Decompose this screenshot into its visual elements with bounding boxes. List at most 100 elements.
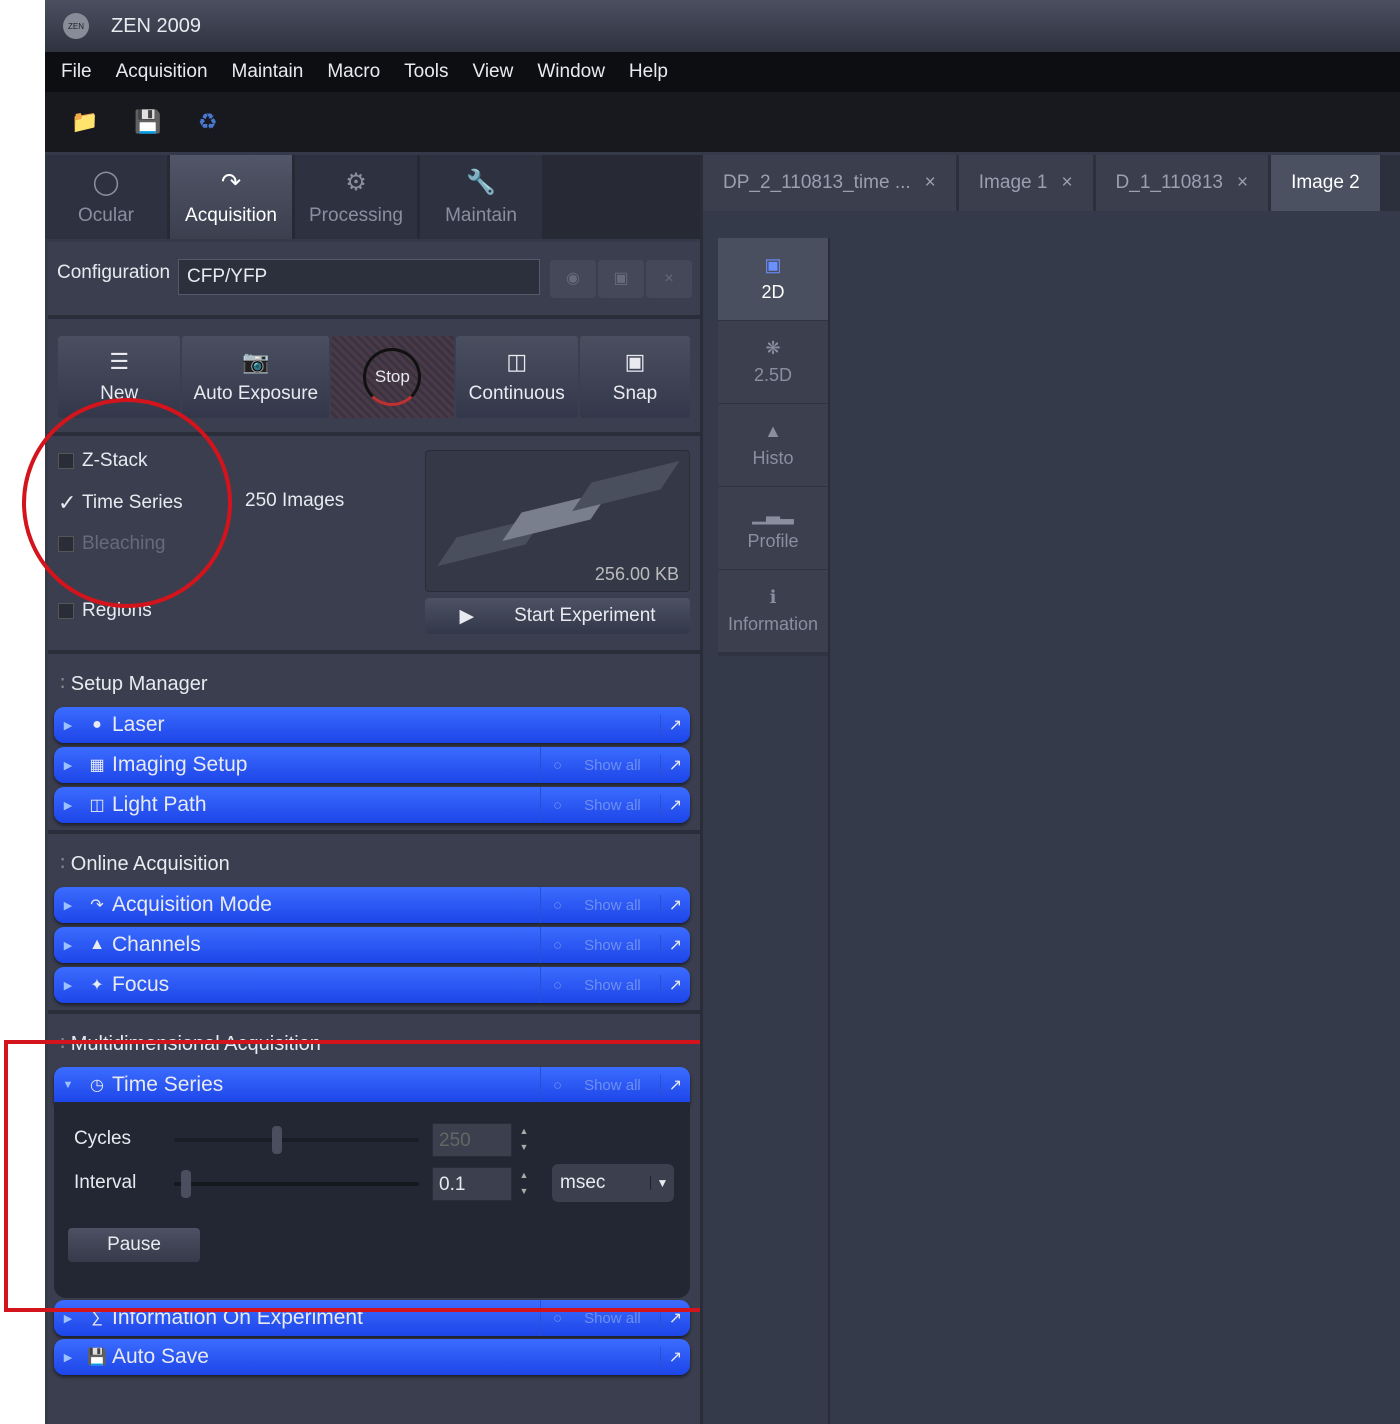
tab-maintain[interactable]: 🔧 Maintain [420,155,542,239]
view-tabs: ▣ 2D ❋ 2.5D ▲ Histo ▁▃▂ Profile ℹ Information [718,238,828,656]
profile-icon: ▁▃▂ [752,504,794,524]
experiment-preview: 256.00 KB [425,450,690,592]
camera-icon: ◫ [506,349,528,374]
tab-ocular[interactable]: ◯ Ocular [45,155,167,239]
view-tab-2d[interactable]: ▣ 2D [718,238,828,320]
acquisition-mode-icon: ↷ [90,897,104,914]
popout-icon[interactable]: ↗ [660,755,690,775]
setup-manager-heading: ∶ Setup Manager [60,673,208,695]
menu-maintain[interactable]: Maintain [232,61,304,83]
main-tabs: ◯ Ocular ↷ Acquisition ⚙ Processing 🔧 Mainta… [45,155,700,239]
close-icon[interactable]: × [1061,172,1072,194]
auto-exposure-button[interactable]: 📷 Auto Exposure [182,336,330,418]
open-icon[interactable]: 📁 [71,109,98,135]
tool-auto-save[interactable]: ▶ 💾 Auto Save ↗ [54,1339,690,1375]
expand-arrow-icon[interactable]: ▶ [54,1312,82,1325]
doc-tab-label: Image 1 [978,172,1048,193]
expand-arrow-icon[interactable]: ▶ [54,799,82,812]
menu-window[interactable]: Window [537,61,605,83]
menu-view[interactable]: View [473,61,514,83]
show-all-toggle[interactable]: ○ Show all [540,927,660,963]
show-all-checkbox[interactable]: ○ [553,977,562,994]
show-all-toggle[interactable]: ○ Show all [540,887,660,923]
play-icon: ▶ [459,605,475,627]
expand-arrow-icon[interactable]: ▶ [54,939,82,952]
tool-channels[interactable]: ▶ ▲ Channels ○ Show all ↗ [54,927,690,963]
doc-tab-active[interactable]: Image 2 [1271,155,1380,211]
show-all-toggle[interactable]: ○ Show all [540,967,660,1003]
config-delete-button[interactable]: × [646,260,692,298]
2d-icon: ▣ [764,255,782,275]
menu-acquisition[interactable]: Acquisition [116,61,208,83]
checkbox-box [58,603,74,619]
start-experiment-button[interactable]: ▶ Start Experiment [425,598,690,634]
button-label: Snap [612,383,658,404]
tool-laser[interactable]: ▶ ● Laser ↗ [54,707,690,743]
show-all-checkbox[interactable]: ○ [553,797,562,814]
show-all-toggle[interactable]: ○ Show all [540,787,660,823]
doc-tab[interactable]: Image 1 × [958,155,1093,211]
doc-tab[interactable]: DP_2_110813_time ... × [703,155,956,211]
tab-acquisition[interactable]: ↷ Acquisition [170,155,292,239]
button-label: Start Experiment [514,605,656,626]
menu-help[interactable]: Help [629,61,668,83]
snap-button[interactable]: ▣ Snap [579,336,691,418]
continuous-button[interactable]: ◫ Continuous [455,336,578,418]
tool-label: Focus [112,973,170,996]
tool-focus[interactable]: ▶ ✦ Focus ○ Show all ↗ [54,967,690,1003]
save-icon: 💾 [87,1349,107,1366]
show-all-checkbox[interactable]: ○ [553,937,562,954]
show-all-checkbox[interactable]: ○ [553,1310,562,1327]
menu-tools[interactable]: Tools [404,61,448,83]
menu-file[interactable]: File [61,61,92,83]
popout-icon[interactable]: ↗ [660,1347,690,1367]
view-tab-profile[interactable]: ▁▃▂ Profile [718,487,828,569]
show-all-checkbox[interactable]: ○ [553,897,562,914]
show-all-label: Show all [584,1309,641,1327]
close-icon[interactable]: × [925,172,936,194]
tool-label: Auto Save [112,1345,209,1368]
tab-label: Processing [309,204,403,226]
expand-arrow-icon[interactable]: ▶ [54,1351,82,1364]
view-tab-label: 2.5D [753,365,793,385]
view-tab-label: 2D [761,282,785,302]
doc-tab[interactable]: D_1_110813 × [1095,155,1269,211]
tool-acquisition-mode[interactable]: ▶ ↷ Acquisition Mode ○ Show all ↗ [54,887,690,923]
expand-arrow-icon[interactable]: ▶ [54,719,82,732]
config-save-button[interactable]: ◉ [550,260,596,298]
close-icon[interactable]: × [1237,172,1248,194]
config-store-button[interactable]: ▣ [598,260,644,298]
view-tab-label: Histo [752,448,794,468]
popout-icon[interactable]: ↗ [660,715,690,735]
view-tab-information[interactable]: ℹ Information [718,570,828,652]
stop-icon: Stop [363,348,422,406]
section-label: Setup Manager [70,673,208,695]
tool-imaging-setup[interactable]: ▶ ▦ Imaging Setup ○ Show all ↗ [54,747,690,783]
view-tab-histo[interactable]: ▲ Histo [718,404,828,486]
popout-icon[interactable]: ↗ [660,975,690,995]
configuration-select[interactable]: CFP/YFP [178,259,540,295]
tool-label: Laser [112,713,165,736]
show-all-checkbox[interactable]: ○ [553,757,562,774]
show-all-toggle[interactable]: ○ Show all [540,747,660,783]
expand-arrow-icon[interactable]: ▶ [54,979,82,992]
tool-light-path[interactable]: ▶ ◫ Light Path ○ Show all ↗ [54,787,690,823]
tab-processing[interactable]: ⚙ Processing [295,155,417,239]
focus-icon: ✦ [90,977,104,994]
popout-icon[interactable]: ↗ [660,935,690,955]
view-tab-label: Information [727,614,819,634]
popout-icon[interactable]: ↗ [660,795,690,815]
tab-label: Acquisition [185,204,277,226]
highlight-circle [22,398,232,608]
reuse-icon[interactable]: ♻ [198,109,218,135]
expand-arrow-icon[interactable]: ▶ [54,759,82,772]
save-icon[interactable]: 💾 [134,109,161,135]
expand-arrow-icon[interactable]: ▶ [54,899,82,912]
toolbar: 📁 💾 ♻ [45,92,1400,152]
popout-icon[interactable]: ↗ [660,895,690,915]
menu-macro[interactable]: Macro [327,61,380,83]
view-tab-2-5d[interactable]: ❋ 2.5D [718,321,828,403]
info-icon: ℹ [769,587,777,607]
light-path-icon: ◫ [89,797,105,814]
stop-button[interactable]: Stop [331,336,454,418]
